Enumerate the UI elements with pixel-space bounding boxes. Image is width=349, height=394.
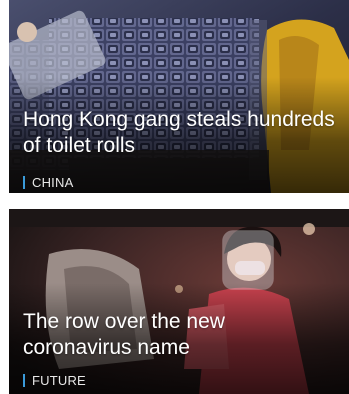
tag-accent-bar	[23, 175, 25, 189]
card-headline: The row over the new coronavirus name	[23, 310, 225, 359]
card-headline: Hong Kong gang steals hundreds of toilet…	[23, 108, 335, 157]
category-tag-label: FUTURE	[32, 372, 86, 388]
category-tag-label: CHINA	[32, 174, 74, 190]
news-card-coronavirus-name[interactable]: The row over the new coronavirus name FU…	[9, 209, 349, 394]
news-card-toilet-rolls[interactable]: Hong Kong gang steals hundreds of toilet…	[9, 0, 349, 193]
category-tag[interactable]: FUTURE	[23, 372, 86, 388]
tag-accent-bar	[23, 373, 25, 387]
category-tag[interactable]: CHINA	[23, 174, 73, 190]
